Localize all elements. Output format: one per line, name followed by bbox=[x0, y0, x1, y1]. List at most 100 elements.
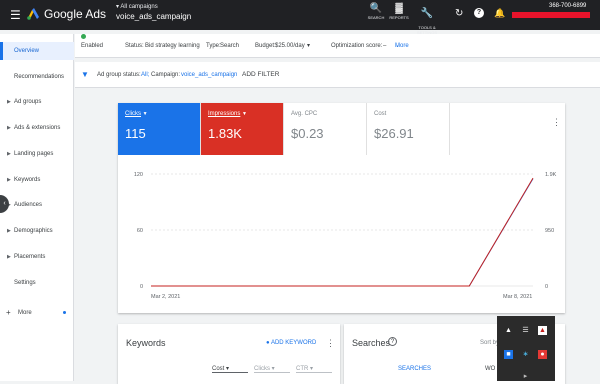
chart-more-options-icon[interactable]: ⋮ bbox=[552, 117, 561, 128]
refresh-icon[interactable]: ↻ bbox=[455, 8, 463, 19]
tray-app-icon[interactable]: ▲ bbox=[504, 326, 513, 335]
sidebar-item-label: More bbox=[18, 310, 32, 316]
dropdown-icon: ▼ bbox=[142, 111, 148, 117]
optimization-value: – bbox=[383, 43, 387, 49]
sidebar-item-landing-pages[interactable]: ▶ Landing pages bbox=[0, 145, 74, 163]
sidebar-item-audiences[interactable]: ▶Audiences bbox=[0, 196, 74, 214]
tray-volume-icon[interactable]: ▸ bbox=[521, 372, 530, 381]
reports-icon: ▓ bbox=[395, 3, 403, 14]
sidebar-item-keywords[interactable]: ▶ Keywords bbox=[0, 171, 74, 189]
performance-line-chart: 0 0 60 950 120 1.9K Mar 2, 2021 Mar 8, 2021 bbox=[134, 172, 557, 300]
brand-name: Google Ads bbox=[44, 7, 107, 21]
filter-bar: ▼ Ad group status: All; Campaign: voice_… bbox=[75, 62, 600, 88]
bell-icon[interactable]: 🔔 bbox=[494, 8, 505, 19]
reports-tool-label: REPORTS bbox=[389, 15, 409, 20]
new-indicator-dot bbox=[63, 311, 66, 314]
sidebar-item-label: Ads & extensions bbox=[14, 125, 61, 131]
metric-clicks-value: 115 bbox=[125, 126, 146, 141]
filter-status-label: Ad group status: bbox=[97, 72, 141, 78]
sidebar-item-ad-groups[interactable]: ▶ Ad groups bbox=[0, 93, 74, 111]
add-keyword-button[interactable]: ● ADD KEYWORD bbox=[266, 340, 316, 346]
budget-dropdown-icon[interactable]: ▾ bbox=[307, 34, 310, 58]
filter-icon[interactable]: ▼ bbox=[81, 62, 89, 88]
wrench-icon: 🔧 bbox=[420, 8, 434, 19]
sidebar-item-ads-extensions[interactable]: ▶ Ads & extensions bbox=[0, 119, 74, 137]
keywords-column-select-2[interactable]: Clicks ▾ bbox=[254, 365, 290, 373]
metric-avg-cpc[interactable]: Avg. CPC $0.23 bbox=[284, 103, 367, 155]
type-value: Search bbox=[220, 43, 240, 49]
expand-arrow-icon: ▶ bbox=[7, 254, 11, 260]
keywords-column-1-label: Cost bbox=[212, 366, 225, 372]
enabled-label: Enabled bbox=[81, 43, 104, 49]
bluetooth-icon[interactable]: ∗ bbox=[521, 350, 530, 359]
metric-cost[interactable]: Cost $26.91 bbox=[367, 103, 450, 155]
breadcrumb-parent-label: All campaigns bbox=[120, 4, 158, 10]
x-tick-label: Mar 2, 2021 bbox=[151, 294, 180, 300]
tray-network-icon[interactable]: ☰ bbox=[521, 326, 530, 335]
filter-campaign-value[interactable]: voice_ads_campaign bbox=[181, 62, 237, 88]
metric-impressions[interactable]: Impressions ▼ 1.83K bbox=[201, 103, 284, 155]
menu-icon[interactable]: ☰ bbox=[10, 8, 21, 22]
sidebar-item-settings[interactable]: Settings bbox=[0, 274, 74, 292]
breadcrumb-parent[interactable]: ▾ All campaigns bbox=[116, 3, 158, 10]
metric-cost-value: $26.91 bbox=[374, 126, 414, 141]
keywords-column-select-3[interactable]: CTR ▾ bbox=[296, 365, 332, 373]
help-icon[interactable]: ? bbox=[388, 337, 397, 346]
chevron-down-icon: ⌄ bbox=[395, 43, 401, 49]
keywords-column-2-label: Clicks bbox=[254, 366, 270, 372]
budget-label: Budget: bbox=[255, 43, 276, 49]
help-icon[interactable]: ? bbox=[474, 8, 484, 18]
expand-arrow-icon: ▶ bbox=[7, 228, 11, 234]
expand-arrow-icon: ▶ bbox=[7, 99, 11, 105]
sidebar-item-placements[interactable]: ▶ Placements bbox=[0, 248, 74, 266]
metric-clicks-label-text: Clicks bbox=[125, 111, 141, 117]
tray-record-icon[interactable]: ● bbox=[538, 350, 547, 359]
dropdown-icon: ▼ bbox=[242, 111, 247, 117]
add-circle-icon: ● bbox=[266, 340, 270, 346]
y-right-tick-label: 1.9K bbox=[545, 172, 557, 178]
y-right-tick-label: 0 bbox=[545, 284, 548, 290]
metric-clicks[interactable]: Clicks ▼ 115 bbox=[118, 103, 201, 155]
tray-pdf-icon[interactable]: ▲ bbox=[538, 326, 547, 335]
x-tick-label: Mar 8, 2021 bbox=[503, 294, 532, 300]
add-filter-button[interactable]: ADD FILTER bbox=[242, 62, 279, 88]
tools-settings-button[interactable]: 🔧 TOOLS & SETTINGS bbox=[412, 3, 442, 35]
sidebar-item-more[interactable]: + More bbox=[0, 304, 74, 322]
metric-cost-label: Cost bbox=[374, 111, 387, 117]
expand-arrow-icon: ▶ bbox=[7, 151, 11, 157]
keywords-column-select-1[interactable]: Cost ▾ bbox=[212, 365, 248, 373]
metric-impressions-label-text: Impressions bbox=[208, 111, 241, 117]
filter-status-value[interactable]: All; bbox=[141, 62, 149, 88]
sidebar-item-label: Overview bbox=[14, 48, 40, 54]
sidebar-item-demographics[interactable]: ▶ Demographics bbox=[0, 222, 74, 240]
budget-value: $25.00/day bbox=[275, 43, 305, 49]
add-keyword-label: ADD KEYWORD bbox=[270, 340, 317, 346]
search-tool-label: SEARCH bbox=[367, 15, 385, 20]
chevron-down-icon: ▾ bbox=[116, 4, 120, 10]
tray-storage-icon[interactable]: ■ bbox=[504, 350, 513, 359]
sidebar-item-label: Recommendations bbox=[14, 74, 65, 80]
y-left-tick-label: 0 bbox=[140, 284, 143, 290]
sidebar-item-label: Audiences bbox=[14, 202, 43, 208]
reports-tool-button[interactable]: ▓ REPORTS bbox=[384, 3, 414, 20]
top-bar: ☰ Google Ads ▾ All campaigns voice_ads_c… bbox=[0, 0, 600, 35]
sidebar-item-label: Placements bbox=[14, 254, 46, 260]
account-id[interactable]: 368-700-6899 bbox=[549, 3, 586, 9]
plus-icon: + bbox=[6, 308, 11, 317]
campaign-status-bar: Enabled Status: Bid strategy learning Ty… bbox=[75, 34, 600, 73]
metric-impressions-value: 1.83K bbox=[208, 126, 242, 141]
keywords-title: Keywords bbox=[126, 338, 166, 348]
tab-searches[interactable]: SEARCHES bbox=[398, 366, 431, 372]
system-tray-overflow: ▲ ☰ ▲ ■ ∗ ● ▸ bbox=[497, 316, 555, 381]
sidebar: Overview Recommendations ▶ Ad groups ▶ Ads & … bbox=[0, 34, 74, 381]
sidebar-item-overview[interactable]: Overview bbox=[0, 42, 74, 60]
keywords-column-3-label: CTR bbox=[296, 366, 309, 372]
status-value: Bid strategy learning bbox=[145, 43, 200, 49]
redacted-account-email bbox=[512, 12, 590, 18]
keywords-more-icon[interactable]: ⋮ bbox=[326, 338, 335, 349]
tab-words[interactable]: WO bbox=[485, 366, 495, 372]
sidebar-item-recommendations[interactable]: Recommendations bbox=[0, 68, 74, 86]
breadcrumb-current[interactable]: voice_ads_campaign bbox=[116, 12, 191, 21]
optimization-label: Optimization score: bbox=[331, 43, 383, 49]
sidebar-item-label: Keywords bbox=[14, 177, 41, 183]
